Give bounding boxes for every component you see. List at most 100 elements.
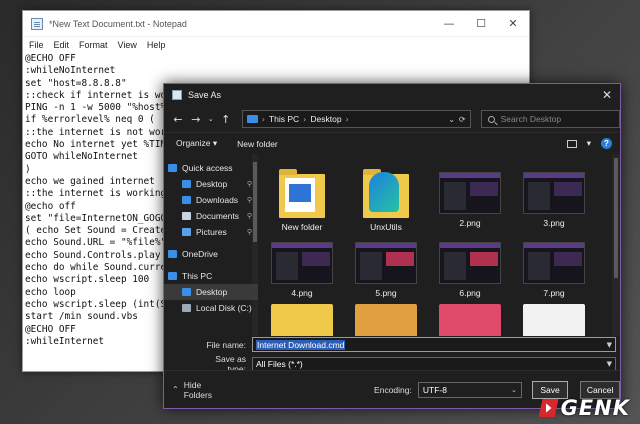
search-placeholder: Search Desktop [500,114,562,124]
image-thumbnail-icon [355,242,417,284]
sidebar-item-icon [182,288,191,296]
view-dropdown-icon[interactable]: ▾ [587,138,591,149]
breadcrumb-this-pc[interactable]: This PC [269,114,299,124]
sidebar-item[interactable]: Local Disk (C:) [164,300,258,316]
search-icon [487,115,495,123]
breadcrumb-separator-icon: › [261,114,265,124]
encoding-label: Encoding: [374,384,412,395]
file-list-scrollbar[interactable] [612,154,620,336]
organize-button[interactable]: Organize ▾ [176,138,217,149]
file-item[interactable]: UnxUtils [352,166,420,232]
file-item-label: 4.png [291,288,313,298]
save-as-type-dropdown-icon[interactable]: ▼ [607,360,612,368]
new-folder-button[interactable]: New folder [237,139,278,149]
hide-folders-toggle[interactable]: ⌃ Hide Folders [164,380,212,400]
help-icon[interactable]: ? [601,138,612,149]
sidebar-item[interactable]: Downloads ⚲ [164,192,258,208]
pin-icon: ⚲ [246,196,252,204]
address-bar[interactable]: › This PC › Desktop › ⌄ ⟳ [241,110,471,128]
file-name-label: File name: [206,339,246,350]
image-thumbnail-icon [439,172,501,214]
sidebar-item[interactable]: OneDrive [164,246,258,262]
up-arrow-icon[interactable]: ↑ [218,113,234,126]
encoding-group: Encoding: UTF-8 ⌄ [374,381,522,398]
encoding-select[interactable]: UTF-8 ⌄ [417,381,522,398]
encoding-dropdown-icon: ⌄ [510,385,517,394]
sidebar-item[interactable]: Desktop ⚲ [164,176,258,192]
sidebar-item[interactable]: Desktop [164,284,258,300]
pin-icon: ⚲ [246,212,252,220]
breadcrumb-separator-icon: › [345,114,349,124]
sidebar-item-icon [168,272,177,280]
file-item-label: New folder [281,222,323,232]
recent-locations-chevron-icon[interactable]: ⌄ [206,115,216,123]
dialog-titlebar[interactable]: Save As ✕ [164,84,620,106]
dialog-close-button[interactable]: ✕ [594,88,620,102]
file-name-value: Internet Download.cmd [256,339,346,350]
hide-folders-label: Hide Folders [183,379,213,400]
sidebar-item-label: OneDrive [182,249,218,259]
sidebar-item[interactable]: Quick access [164,160,258,176]
sidebar-item[interactable]: Documents ⚲ [164,208,258,224]
file-item-label: 3.png [543,218,565,228]
file-item[interactable]: 2.png [436,166,504,228]
file-list: New folder UnxUtils 2.png 3.png 4.png 5.png 6.… [258,154,620,336]
view-options-icon[interactable] [566,139,577,148]
back-arrow-icon[interactable]: ← [170,113,186,126]
encoding-value: UTF-8 [422,384,447,395]
sidebar-item[interactable]: This PC [164,268,258,284]
notepad-line: :whileNoInternet [25,65,116,77]
sidebar-item-icon [168,250,177,258]
file-name-input[interactable]: Internet Download.cmd ▼ [252,337,616,352]
file-item[interactable]: New folder [268,166,336,232]
sidebar-item-label: Desktop [196,287,228,297]
sidebar-item[interactable]: Pictures ⚲ [164,224,258,240]
dialog-toolbar: Organize ▾ New folder ▾ ? [164,132,620,154]
file-item[interactable]: 7.png [520,236,588,298]
sidebar-item-icon [182,196,191,204]
menu-view[interactable]: View [118,40,137,50]
maximize-button[interactable]: ☐ [465,17,497,30]
file-item[interactable]: 4.png [268,236,336,298]
menu-format[interactable]: Format [79,40,108,50]
file-item[interactable]: 6.png [436,236,504,298]
menu-file[interactable]: File [29,40,44,50]
file-item[interactable]: 3.png [520,166,588,228]
refresh-icon[interactable]: ⟳ [459,115,466,124]
sidebar-item-icon [182,228,191,236]
sidebar-item-label: Local Disk (C:) [196,303,252,313]
breadcrumb-desktop[interactable]: Desktop [310,114,341,124]
menu-help[interactable]: Help [147,40,166,50]
pin-icon: ⚲ [246,180,252,188]
partial-file-thumbnail[interactable] [439,304,501,336]
sidebar-item-icon [182,304,191,312]
file-item[interactable]: 5.png [352,236,420,298]
image-thumbnail-icon [271,242,333,284]
folder-icon [363,169,409,218]
notepad-menubar: File Edit Format View Help [23,37,529,53]
address-dropdown-icon[interactable]: ⌄ [448,115,455,124]
close-button[interactable]: ✕ [497,17,529,30]
notepad-icon [31,17,43,30]
sidebar-item-label: Desktop [196,179,228,189]
notepad-title: *New Text Document.txt - Notepad [49,18,187,29]
file-item-label: 7.png [543,288,565,298]
search-box[interactable]: Search Desktop [480,110,620,128]
file-item-label: 5.png [375,288,397,298]
partial-file-thumbnail[interactable] [271,304,333,336]
save-as-dialog: Save As ✕ ← → ⌄ ↑ › This PC › Desktop › … [163,83,621,409]
partial-file-thumbnail[interactable] [523,304,585,336]
notepad-titlebar[interactable]: *New Text Document.txt - Notepad — ☐ ✕ [23,11,529,37]
genk-logo-icon [538,399,559,417]
minimize-button[interactable]: — [433,17,465,30]
sidebar-item-label: Pictures [196,227,227,237]
partial-file-thumbnail[interactable] [355,304,417,336]
dialog-title: Save As [188,90,222,100]
menu-edit[interactable]: Edit [54,40,70,50]
save-as-type-value: All Files (*.*) [256,359,303,369]
forward-arrow-icon[interactable]: → [188,113,204,126]
image-thumbnail-icon [523,172,585,214]
file-name-dropdown-icon[interactable]: ▼ [607,341,612,349]
file-item-label: UnxUtils [370,222,402,232]
sidebar-item-label: Documents [196,211,239,221]
